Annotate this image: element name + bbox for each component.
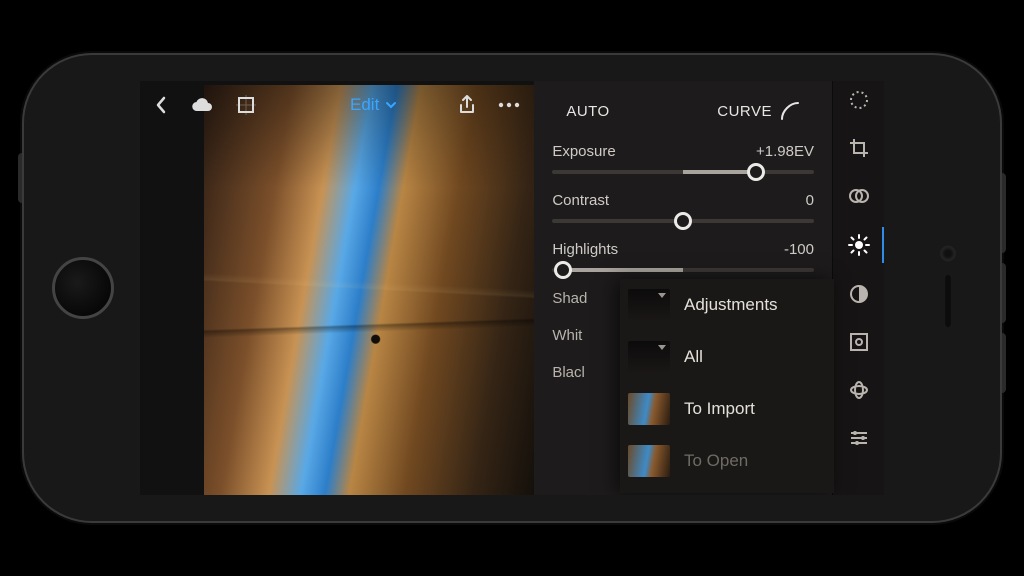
- presets-icon[interactable]: [847, 427, 871, 449]
- popup-item-label: To Import: [684, 399, 755, 419]
- highlights-slider[interactable]: Highlights -100: [552, 241, 814, 272]
- effects-icon[interactable]: [847, 379, 871, 401]
- curve-label: CURVE: [717, 103, 772, 120]
- mode-label: Edit: [350, 95, 379, 115]
- contrast-label: Contrast: [552, 192, 609, 209]
- popup-thumbnail: [628, 393, 670, 425]
- popup-item[interactable]: Adjustments: [620, 279, 834, 331]
- phone-sensor-cluster: [942, 248, 954, 329]
- more-icon[interactable]: [498, 102, 520, 108]
- contrast-slider[interactable]: Contrast 0: [552, 192, 814, 223]
- mode-dropdown[interactable]: Edit: [350, 95, 397, 115]
- crop-overlay-icon[interactable]: [236, 95, 256, 115]
- phone-home-button[interactable]: [52, 257, 114, 319]
- exposure-label: Exposure: [552, 143, 615, 160]
- dial-icon[interactable]: [847, 89, 871, 111]
- popup-item[interactable]: To Open: [620, 435, 834, 487]
- crop-icon[interactable]: [847, 137, 871, 159]
- highlights-value: -100: [784, 241, 814, 258]
- curve-button[interactable]: CURVE: [703, 95, 814, 127]
- popup-thumbnail: [628, 445, 670, 477]
- adjustments-column: AUTO CURVE Exposure +1.98EV: [534, 81, 832, 495]
- phone-frame: Edit AUTO: [22, 53, 1002, 523]
- popup-thumbnail: [628, 341, 670, 373]
- auto-label: AUTO: [566, 103, 609, 120]
- color-icon[interactable]: [847, 283, 871, 305]
- right-tool-rail: [832, 81, 884, 495]
- highlights-label: Highlights: [552, 241, 618, 258]
- back-icon[interactable]: [154, 96, 168, 114]
- share-icon[interactable]: [458, 95, 476, 115]
- app-screen: Edit AUTO: [140, 81, 884, 495]
- cloud-icon[interactable]: [190, 96, 214, 114]
- popup-item-label: Adjustments: [684, 295, 778, 315]
- photo-pane: Edit: [140, 81, 534, 495]
- popup-item-label: All: [684, 347, 703, 367]
- optics-icon[interactable]: [847, 331, 871, 353]
- phone-volume-down: [1002, 333, 1006, 393]
- popup-item-label: To Open: [684, 451, 748, 471]
- top-toolbar-right: [444, 81, 534, 129]
- phone-volume-up: [1002, 263, 1006, 323]
- reset-popup: Adjustments All To Import To Open: [620, 279, 834, 493]
- light-icon[interactable]: [847, 233, 871, 257]
- auto-button[interactable]: AUTO: [552, 97, 623, 126]
- contrast-value: 0: [806, 192, 814, 209]
- exposure-slider[interactable]: Exposure +1.98EV: [552, 143, 814, 174]
- popup-thumbnail: [628, 289, 670, 321]
- popup-item[interactable]: To Import: [620, 383, 834, 435]
- photo-preview[interactable]: [204, 85, 534, 495]
- controls-pane: AUTO CURVE Exposure +1.98EV: [534, 81, 884, 495]
- top-toolbar-left: Edit: [140, 81, 411, 129]
- exposure-value: +1.98EV: [756, 143, 814, 160]
- popup-item[interactable]: All: [620, 331, 834, 383]
- profiles-icon[interactable]: [847, 185, 871, 207]
